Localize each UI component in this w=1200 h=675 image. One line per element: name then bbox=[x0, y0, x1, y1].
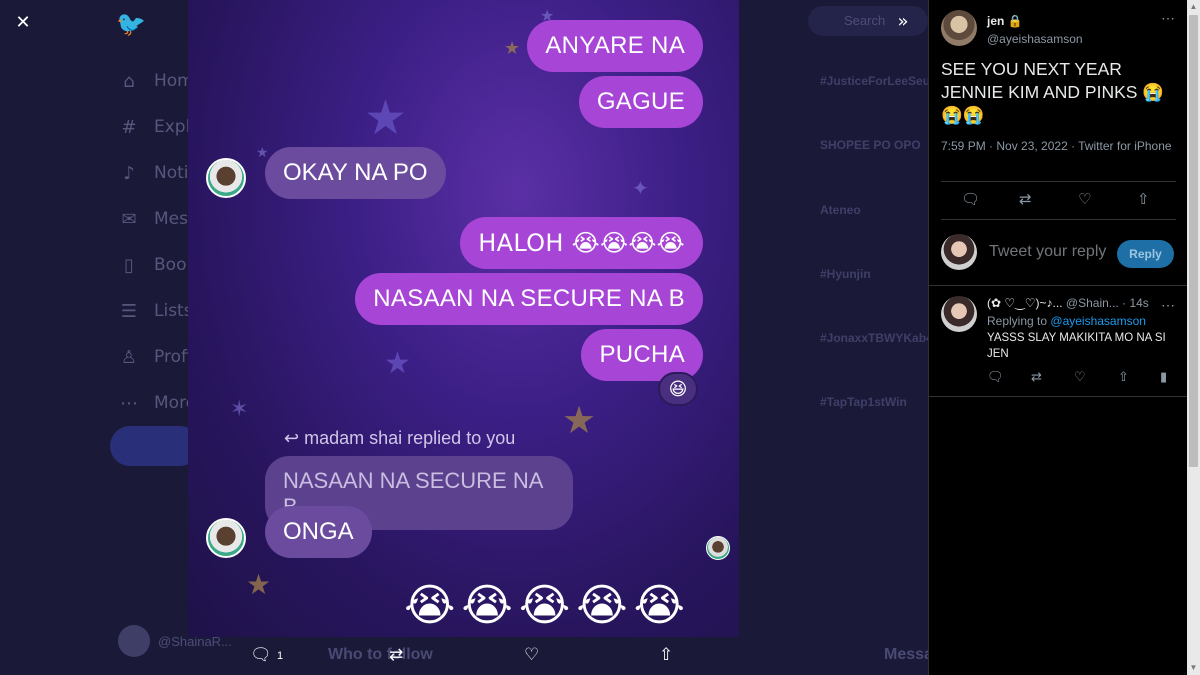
author-handle[interactable]: @ayeishasamson bbox=[987, 32, 1083, 46]
analytics-icon[interactable]: ▮ bbox=[1160, 370, 1167, 385]
divider bbox=[929, 285, 1188, 286]
avatar bbox=[206, 518, 246, 558]
tweet-header: jen 🔒 @ayeishasamson bbox=[941, 10, 1083, 46]
chat-message-received: OKAY NA PO bbox=[265, 147, 446, 199]
divider bbox=[929, 396, 1188, 397]
reply-count: 1 bbox=[277, 650, 284, 662]
star-decoration: ★ bbox=[256, 144, 269, 160]
tweet-meta: 7:59 PM · Nov 23, 2022 · Twitter for iPh… bbox=[941, 139, 1172, 153]
avatar[interactable] bbox=[941, 10, 977, 46]
tweet-detail-panel: jen 🔒 @ayeishasamson ⋯ SEE YOU NEXT YEAR… bbox=[928, 0, 1188, 675]
share-icon[interactable]: ⇧ bbox=[1118, 370, 1129, 385]
reply-composer: Tweet your reply bbox=[941, 234, 1106, 270]
media-image: ★ ★ ★ ★ ✦ ★ ✶ ★ ★ ANYARE NA GAGUE OKAY N… bbox=[188, 0, 739, 637]
chat-message-sent: HALOH 😭😭😭😭 bbox=[460, 217, 703, 269]
divider bbox=[941, 181, 1176, 182]
replying-to-link[interactable]: @ayeishasamson bbox=[1050, 314, 1146, 328]
like-icon[interactable]: ♡ bbox=[1078, 190, 1091, 208]
divider bbox=[941, 219, 1176, 220]
author-name[interactable]: jen 🔒 bbox=[987, 14, 1083, 28]
share-icon[interactable]: ⇧ bbox=[1137, 190, 1150, 208]
list-icon: ☰ bbox=[120, 300, 138, 322]
trend-item: #Hyunjin bbox=[820, 267, 871, 281]
more-icon: ⋯ bbox=[120, 392, 138, 414]
star-decoration: ★ bbox=[504, 38, 521, 58]
reply-icon[interactable]: 🗨 bbox=[987, 370, 1004, 385]
avatar bbox=[206, 158, 246, 198]
trend-item: #JusticeForLeeSeu bbox=[820, 74, 931, 88]
reaction-badge: 😆 bbox=[658, 372, 698, 406]
trend-item: #TapTap1stWin bbox=[820, 395, 907, 409]
person-icon: ♙ bbox=[120, 346, 138, 368]
retweet-icon[interactable]: ⇄ bbox=[1019, 190, 1032, 208]
more-options-icon[interactable]: ⋯ bbox=[1161, 297, 1175, 314]
bell-icon: ♪ bbox=[123, 162, 135, 184]
reply-arrow-icon: ↩ bbox=[284, 428, 300, 448]
trend-item: Ateneo bbox=[820, 203, 861, 217]
bookmark-icon: ▯ bbox=[124, 254, 134, 276]
like-icon[interactable]: ♡ bbox=[524, 645, 539, 665]
share-icon[interactable]: ⇧ bbox=[659, 645, 673, 665]
chat-message-sent: GAGUE bbox=[578, 76, 703, 128]
chevron-double-right-icon[interactable]: » bbox=[888, 8, 918, 38]
twitter-logo-icon: 🐦 bbox=[116, 11, 146, 38]
chat-message-sent: NASAAN NA SECURE NA B bbox=[355, 273, 703, 325]
reply-icon[interactable]: 🗨 bbox=[250, 645, 272, 665]
mail-icon: ✉ bbox=[121, 208, 137, 230]
home-icon: ⌂ bbox=[123, 70, 135, 92]
tweet-text: SEE YOU NEXT YEAR JENNIE KIM AND PINKS 😭… bbox=[941, 59, 1165, 125]
tweet-actions: 🗨 ⇄ ♡ ⇧ bbox=[929, 190, 1188, 214]
like-icon[interactable]: ♡ bbox=[1074, 370, 1086, 385]
seen-avatar bbox=[706, 536, 730, 560]
reply-icon[interactable]: 🗨 bbox=[961, 190, 980, 208]
star-decoration: ★ bbox=[246, 569, 272, 600]
scroll-thumb[interactable] bbox=[1189, 15, 1198, 467]
star-decoration: ★ bbox=[562, 400, 597, 442]
star-decoration: ✶ bbox=[230, 396, 249, 421]
trend-item: SHOPEE PO OPO bbox=[820, 138, 921, 152]
reply-note: ↩ madam shai replied to you bbox=[284, 428, 516, 448]
trend-item: #JonaxxTBWYKab4 bbox=[820, 331, 933, 345]
comment-author[interactable]: (✿ ♡‿♡)~♪... @Shain... · 14s bbox=[987, 296, 1187, 310]
retweet-icon[interactable]: ⇄ bbox=[389, 645, 403, 665]
background-tweet-button bbox=[110, 426, 200, 466]
reply-input[interactable]: Tweet your reply bbox=[989, 243, 1106, 261]
star-decoration: ✦ bbox=[632, 178, 649, 200]
hashtag-icon: # bbox=[121, 116, 137, 138]
avatar[interactable] bbox=[941, 296, 977, 332]
replying-to: Replying to @ayeishasamson bbox=[987, 314, 1146, 328]
comment-actions: 🗨 ⇄ ♡ ⇧ ▮ bbox=[929, 370, 1188, 390]
avatar bbox=[118, 625, 150, 657]
scroll-down-arrow-icon[interactable]: ▼ bbox=[1187, 661, 1200, 675]
scroll-up-arrow-icon[interactable]: ▲ bbox=[1187, 0, 1200, 14]
avatar bbox=[941, 234, 977, 270]
chat-message-sent: ANYARE NA bbox=[527, 20, 703, 72]
star-decoration: ★ bbox=[384, 347, 411, 380]
chat-message-received: ONGA bbox=[265, 506, 372, 558]
media-action-bar: 🗨 1 ⇄ ♡ ⇧ bbox=[188, 637, 739, 675]
close-icon[interactable]: ✕ bbox=[8, 8, 38, 38]
emoji-row: 😭😭😭😭😭 bbox=[404, 580, 692, 631]
star-decoration: ★ bbox=[364, 92, 408, 145]
retweet-icon[interactable]: ⇄ bbox=[1031, 370, 1042, 385]
scrollbar[interactable]: ▲ ▼ bbox=[1187, 0, 1200, 675]
comment-text: YASSS SLAY MAKIKITA MO NA SI JEN bbox=[987, 332, 1166, 360]
more-options-icon[interactable]: ⋯ bbox=[1161, 10, 1175, 27]
reply-button[interactable]: Reply bbox=[1117, 240, 1174, 268]
lock-icon: 🔒 bbox=[1007, 14, 1023, 28]
